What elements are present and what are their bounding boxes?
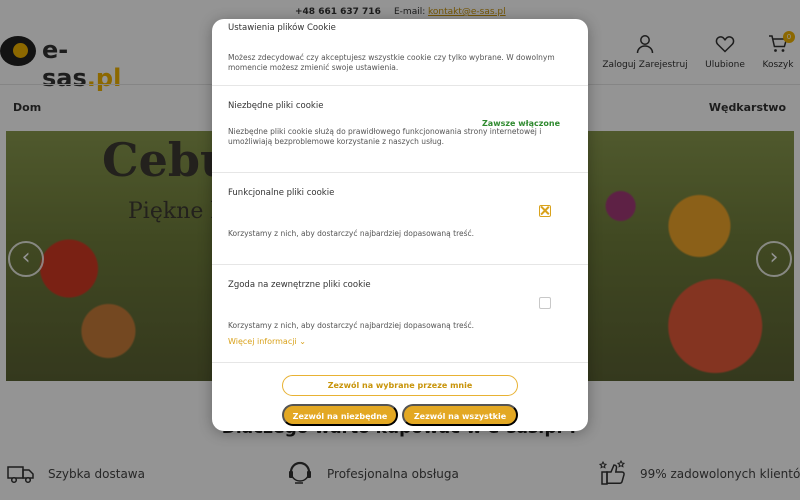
more-info-link[interactable]: Więcej informacji ⌄ xyxy=(228,337,306,346)
section-divider xyxy=(212,264,588,265)
cookie-settings-scroll-area[interactable]: Ustawienia plików Cookie Możesz zdecydow… xyxy=(212,19,588,362)
section-divider xyxy=(212,85,588,86)
cookie-settings-modal: Ustawienia plików Cookie Możesz zdecydow… xyxy=(212,19,588,431)
modal-intro-text: Możesz zdecydować czy akceptujesz wszyst… xyxy=(228,53,555,72)
necessary-cookies-title: Niezbędne pliki cookie xyxy=(228,101,324,111)
functional-cookies-title: Funkcjonalne pliki cookie xyxy=(228,188,335,198)
allow-all-button[interactable]: Zezwól na wszystkie xyxy=(402,404,518,426)
functional-cookies-description: Korzystamy z nich, aby dostarczyć najbar… xyxy=(228,229,475,238)
allow-necessary-button[interactable]: Zezwól na niezbędne xyxy=(282,404,398,426)
modal-footer: Zezwól na wybrane przeze mnie Zezwól na … xyxy=(212,362,588,431)
section-divider xyxy=(212,172,588,173)
allow-selected-button[interactable]: Zezwól na wybrane przeze mnie xyxy=(282,375,518,396)
external-cookies-title: Zgoda na zewnętrzne pliki cookie xyxy=(228,280,371,290)
external-cookies-description: Korzystamy z nich, aby dostarczyć najbar… xyxy=(228,321,475,330)
external-cookies-checkbox[interactable] xyxy=(539,297,551,309)
necessary-cookies-description: Niezbędne pliki cookie służą do prawidło… xyxy=(228,127,542,146)
modal-title: Ustawienia plików Cookie xyxy=(228,23,336,33)
functional-cookies-checkbox[interactable] xyxy=(539,205,551,217)
